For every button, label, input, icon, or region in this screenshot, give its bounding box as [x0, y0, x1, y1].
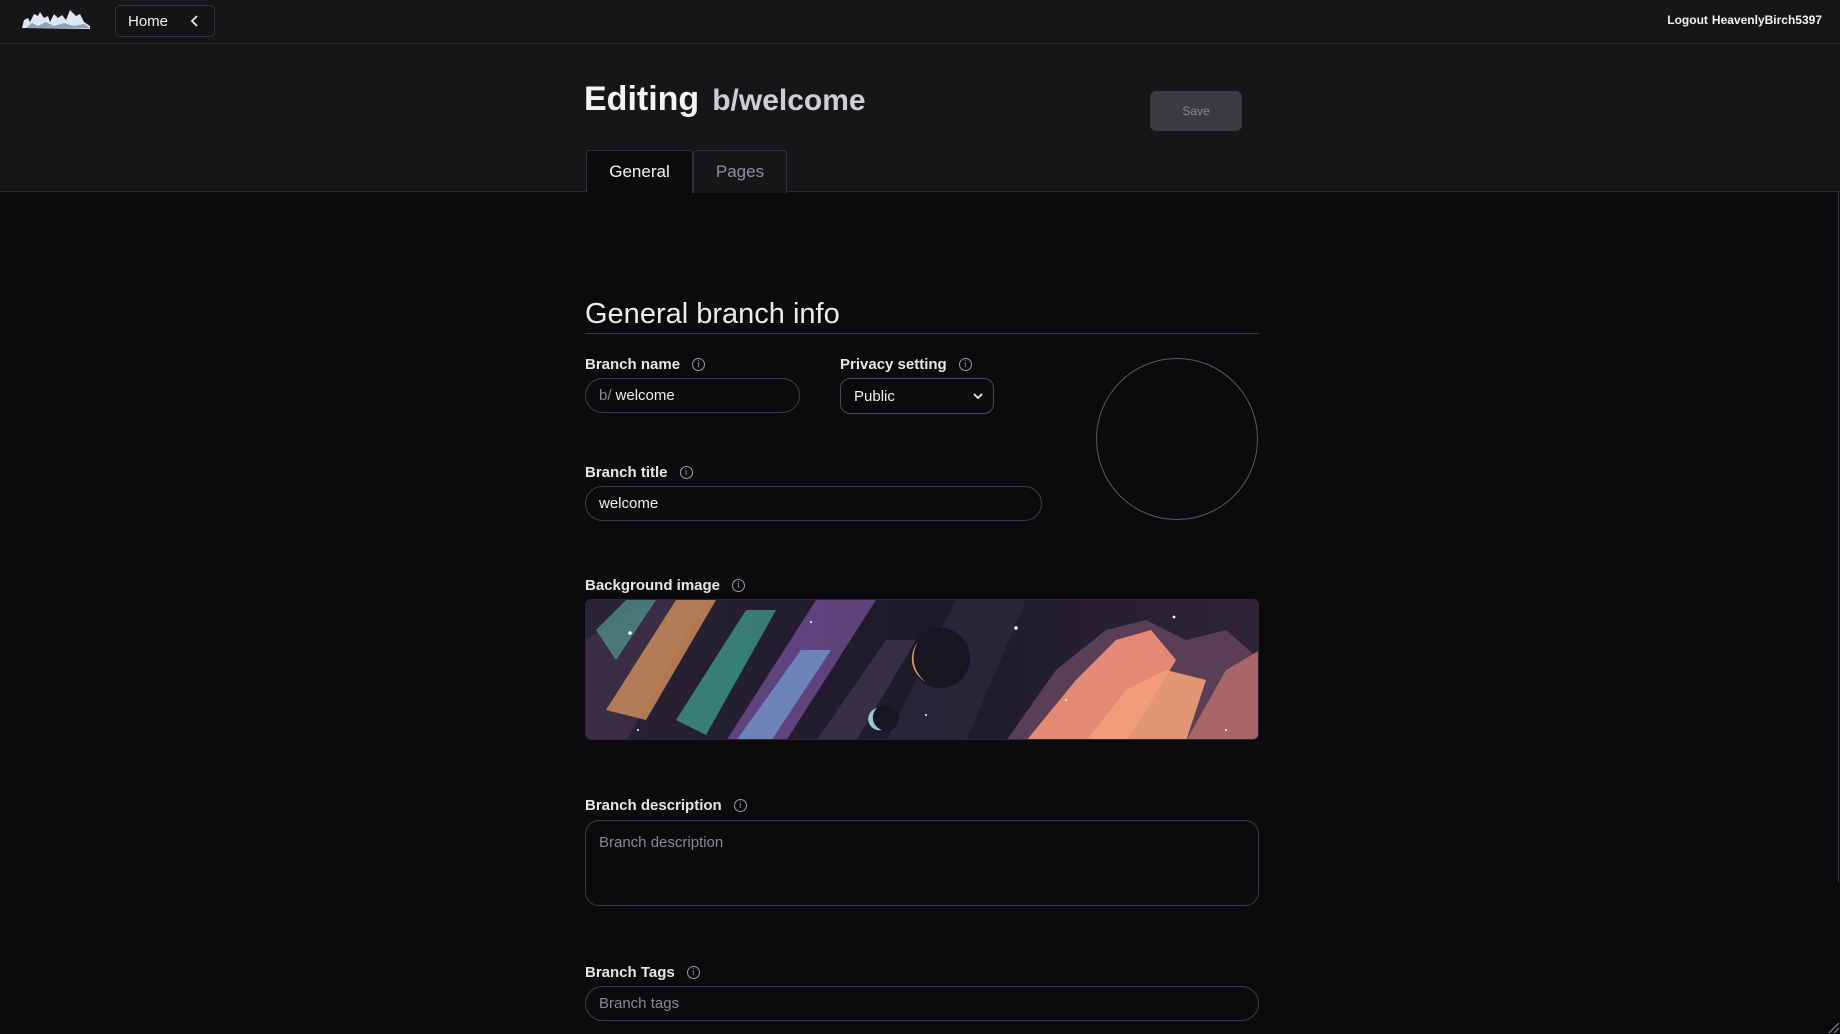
branch-title-label-text: Branch title	[585, 464, 668, 481]
home-button-label: Home	[128, 12, 169, 30]
info-icon[interactable]: i	[732, 579, 746, 592]
background-image-preview[interactable]	[585, 599, 1259, 740]
chevron-left-icon	[190, 15, 198, 27]
branch-description-placeholder: Branch description	[599, 834, 724, 851]
top-bar: Home Logout HeavenlyBirch5397	[0, 0, 1840, 44]
save-button[interactable]: Save	[1150, 91, 1242, 131]
editor-header: Editing b/welcome Save General Pages	[0, 44, 1840, 193]
info-icon[interactable]: i	[692, 358, 706, 371]
branch-title-input[interactable]: welcome	[585, 486, 1042, 521]
branch-tags-input[interactable]: Branch tags	[585, 986, 1259, 1021]
branch-tags-label: Branch Tags i	[585, 964, 700, 981]
page-title: Editing b/welcome	[584, 80, 866, 119]
info-icon[interactable]: i	[733, 799, 747, 812]
branch-tags-placeholder: Branch tags	[599, 995, 680, 1012]
privacy-setting-label: Privacy setting i	[840, 356, 972, 373]
privacy-select[interactable]: Public	[840, 378, 994, 414]
background-image-label: Background image i	[585, 577, 746, 594]
background-image-label-text: Background image	[585, 577, 721, 594]
chevron-down-icon	[973, 393, 983, 400]
resize-grip-icon[interactable]	[1826, 1020, 1840, 1034]
username-link[interactable]: HeavenlyBirch5397	[1712, 13, 1822, 27]
logout-link[interactable]: Logout	[1667, 13, 1708, 27]
branch-avatar-upload[interactable]	[1096, 358, 1258, 520]
branch-tags-label-text: Branch Tags	[585, 964, 675, 981]
branch-description-label: Branch description i	[585, 797, 747, 814]
tab-bar: General Pages	[586, 150, 787, 193]
privacy-setting-label-text: Privacy setting	[840, 356, 947, 373]
space-scene-image	[586, 600, 1258, 739]
branch-name-value: welcome	[615, 387, 675, 404]
privacy-select-value: Public	[854, 387, 895, 405]
info-icon[interactable]: i	[958, 358, 972, 371]
cloud-logo-icon[interactable]	[20, 6, 92, 32]
branch-title-value: welcome	[599, 495, 659, 512]
branch-name-label-text: Branch name	[585, 356, 681, 373]
section-title: General branch info	[585, 298, 840, 330]
info-icon[interactable]: i	[679, 466, 693, 479]
branch-name-input[interactable]: b/ welcome	[585, 378, 800, 413]
tab-pages[interactable]: Pages	[693, 150, 787, 193]
branch-description-label-text: Branch description	[585, 797, 722, 814]
tab-general[interactable]: General	[586, 150, 693, 193]
branch-name-label: Branch name i	[585, 356, 706, 373]
home-button[interactable]: Home	[115, 5, 215, 37]
scrollbar-track[interactable]	[1838, 192, 1839, 882]
page-title-branch: b/welcome	[712, 84, 866, 117]
user-area: Logout HeavenlyBirch5397	[1667, 13, 1822, 27]
branch-name-prefix: b/	[599, 387, 612, 404]
section-divider	[585, 333, 1259, 334]
branch-description-textarea[interactable]: Branch description	[585, 820, 1259, 906]
page-title-main: Editing	[584, 80, 700, 118]
info-icon[interactable]: i	[686, 966, 700, 979]
branch-title-label: Branch title i	[585, 464, 693, 481]
